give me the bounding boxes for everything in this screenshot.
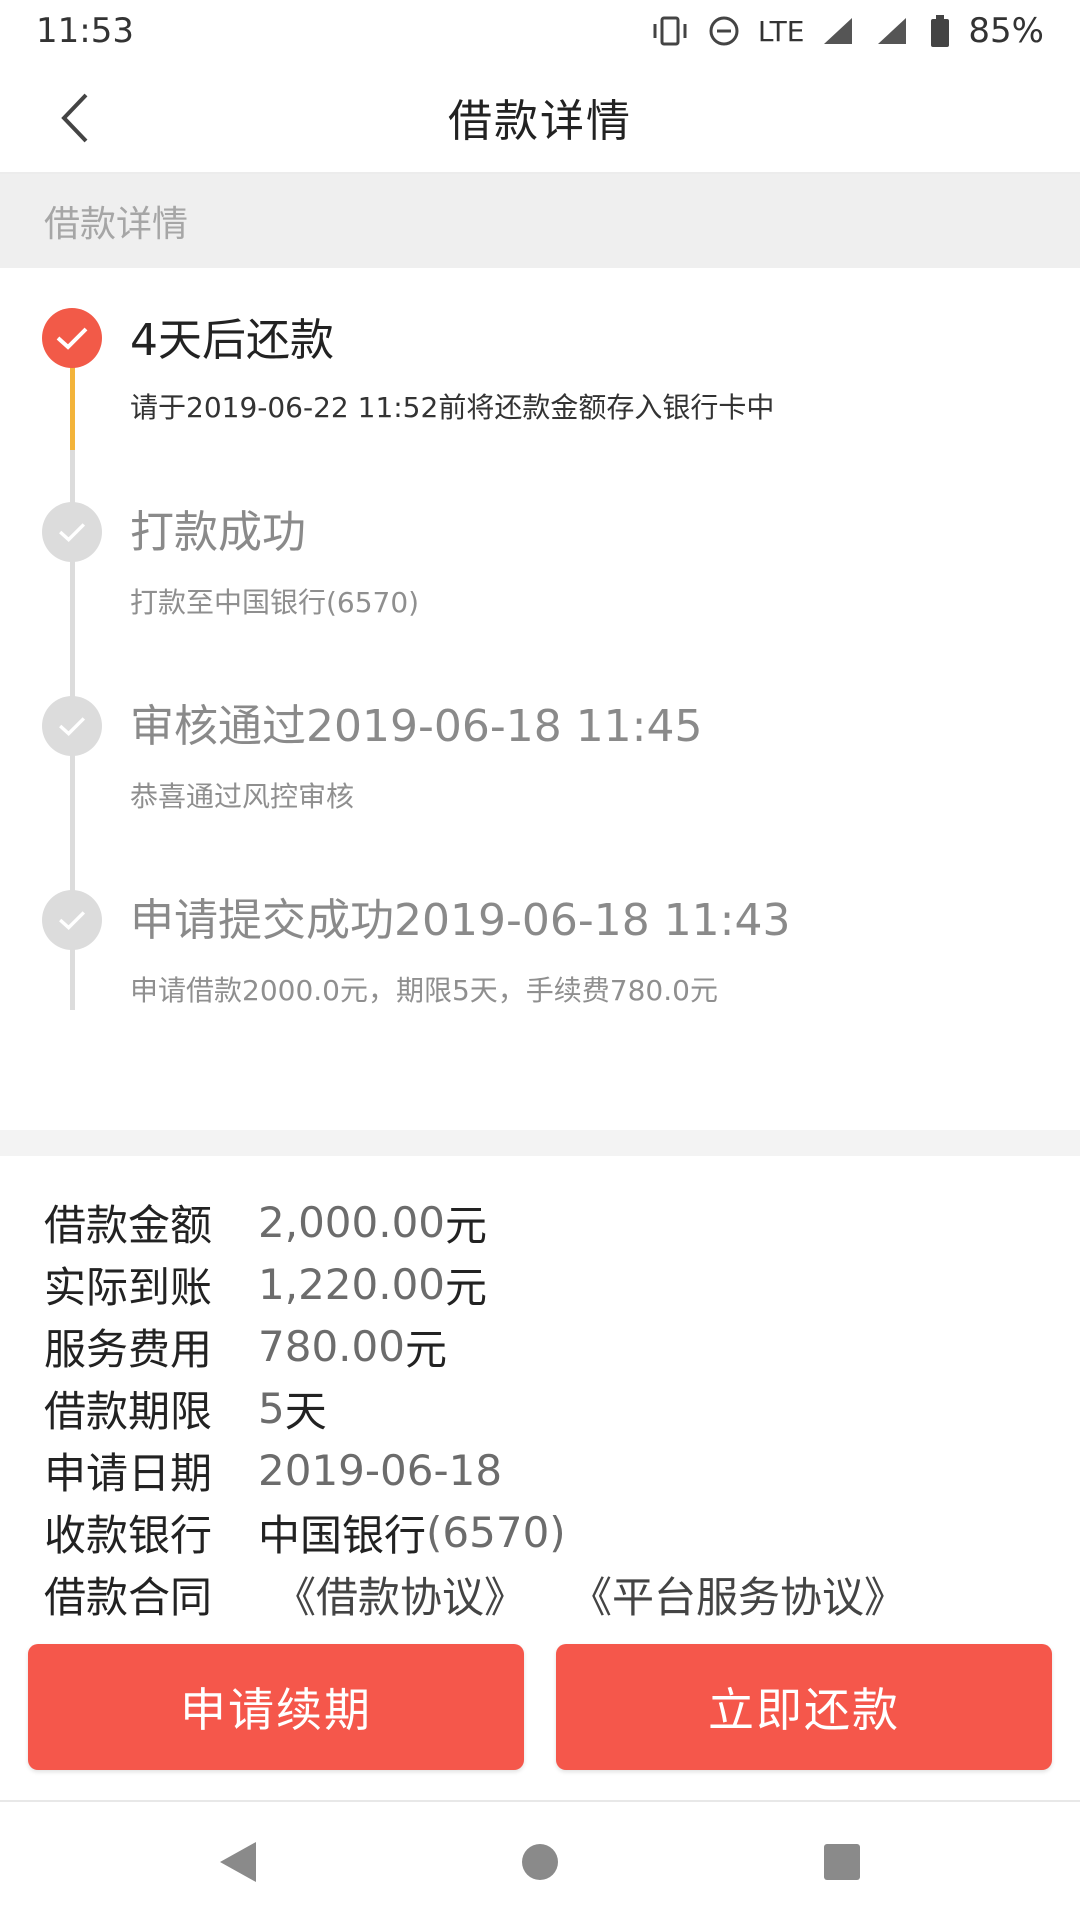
- check-icon: [56, 327, 88, 350]
- check-icon: [59, 911, 86, 930]
- vibrate-icon: [650, 16, 690, 46]
- timeline-node: [42, 502, 102, 562]
- check-icon: [59, 523, 86, 542]
- timeline-node: [42, 890, 102, 950]
- timeline-node: [42, 696, 102, 756]
- chevron-left-icon: [61, 93, 88, 143]
- triangle-back-icon: [220, 1842, 256, 1882]
- detail-term: 借款期限 5 天: [44, 1378, 327, 1439]
- detail-value: 780.00: [258, 1322, 405, 1371]
- timeline-title: 审核通过2019-06-18 11:45: [130, 701, 703, 752]
- detail-label: 收款银行: [44, 1511, 213, 1560]
- detail-unit: 元: [404, 1325, 447, 1374]
- signal-icon-2: [876, 16, 912, 46]
- detail-label: 借款金额: [44, 1201, 213, 1250]
- timeline-subtitle: 恭喜通过风控审核: [130, 780, 355, 813]
- service-agreement-link[interactable]: 《平台服务协议》: [570, 1564, 906, 1616]
- detail-label: 借款合同: [44, 1573, 213, 1616]
- status-bar: 11:53 LTE 85%: [0, 0, 1080, 62]
- system-recents-button[interactable]: [814, 1834, 870, 1890]
- detail-label: 借款期限: [44, 1387, 213, 1436]
- system-home-button[interactable]: [512, 1834, 568, 1890]
- timeline-title: 4天后还款: [130, 315, 334, 366]
- timeline-subtitle: 打款至中国银行(6570): [130, 586, 420, 619]
- detail-label: 实际到账: [44, 1263, 213, 1312]
- check-icon: [59, 717, 86, 736]
- detail-value: 1,220.00: [258, 1260, 446, 1309]
- renew-button[interactable]: 申请续期: [28, 1644, 524, 1770]
- square-recents-icon: [824, 1844, 860, 1880]
- timeline-title: 打款成功: [130, 507, 306, 558]
- detail-unit: 元: [445, 1263, 488, 1312]
- detail-contract: 借款合同 《借款协议》 《平台服务协议》: [44, 1564, 950, 1616]
- detail-bank-card: (6570): [426, 1508, 566, 1557]
- section-divider: [0, 1130, 1080, 1156]
- detail-value: 5: [258, 1384, 285, 1433]
- system-back-button[interactable]: [210, 1834, 266, 1890]
- battery-icon: [930, 15, 950, 47]
- timeline-node-active: [42, 308, 102, 368]
- status-time: 11:53: [36, 11, 134, 51]
- loan-details: 借款金额 2,000.00 元 实际到账 1,220.00 元 服务费用 780…: [0, 1156, 1080, 1616]
- detail-apply-date: 申请日期 2019-06-18: [44, 1440, 502, 1501]
- timeline-subtitle: 请于2019-06-22 11:52前将还款金额存入银行卡中: [130, 391, 775, 424]
- detail-label: 申请日期: [44, 1449, 213, 1498]
- system-nav-bar: [0, 1800, 1080, 1920]
- detail-unit: 元: [445, 1201, 488, 1250]
- detail-label: 服务费用: [44, 1325, 213, 1374]
- page-title: 借款详情: [448, 96, 632, 147]
- loan-timeline: 4天后还款 请于2019-06-22 11:52前将还款金额存入银行卡中 打款成…: [0, 268, 1080, 1130]
- circle-home-icon: [522, 1844, 558, 1880]
- detail-received: 实际到账 1,220.00 元: [44, 1254, 487, 1315]
- signal-icon: [822, 16, 858, 46]
- do-not-disturb-icon: [708, 15, 740, 47]
- status-icons: LTE 85%: [650, 11, 1044, 51]
- detail-value: 2,000.00: [258, 1198, 446, 1247]
- detail-value: 2019-06-18: [258, 1446, 503, 1495]
- battery-level: 85%: [968, 11, 1044, 51]
- detail-loan-amount: 借款金额 2,000.00 元: [44, 1192, 487, 1253]
- nav-bar: 借款详情: [0, 62, 1080, 174]
- detail-service-fee: 服务费用 780.00 元: [44, 1316, 447, 1377]
- repay-now-button[interactable]: 立即还款: [556, 1644, 1052, 1770]
- timeline-subtitle: 申请借款2000.0元，期限5天，手续费780.0元: [130, 974, 718, 1007]
- back-button[interactable]: [40, 82, 110, 154]
- network-type: LTE: [757, 14, 805, 48]
- detail-bank: 收款银行 中国银行 (6570): [44, 1502, 566, 1563]
- section-header: 借款详情: [0, 174, 1080, 268]
- detail-bank-name: 中国银行: [258, 1511, 427, 1560]
- loan-agreement-link[interactable]: 《借款协议》: [274, 1564, 526, 1616]
- detail-unit: 天: [284, 1387, 327, 1436]
- timeline-title: 申请提交成功2019-06-18 11:43: [130, 895, 791, 946]
